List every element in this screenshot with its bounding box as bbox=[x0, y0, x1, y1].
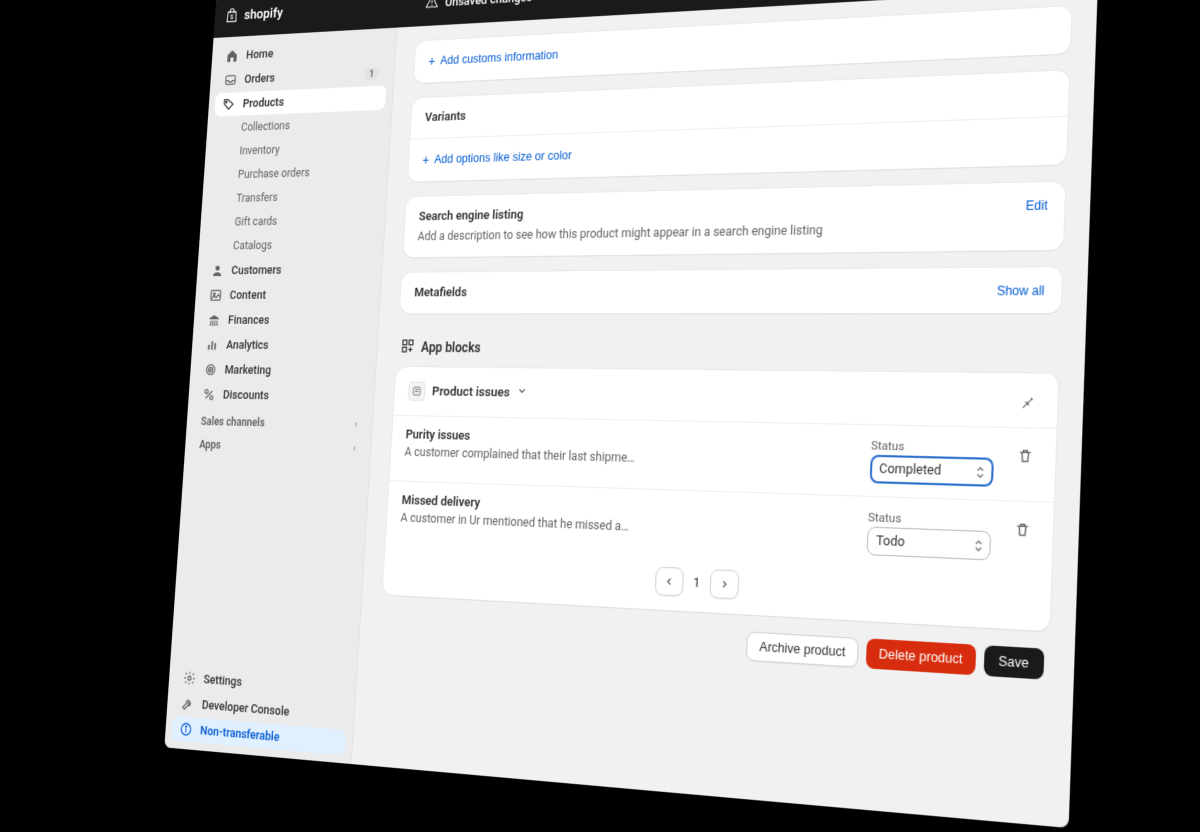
product-issues-appblock: Product issues Purity issues A customer … bbox=[382, 367, 1058, 631]
delete-issue-button[interactable] bbox=[1008, 514, 1037, 543]
sidebar-item-label: Settings bbox=[203, 672, 242, 689]
app-blocks-title: App blocks bbox=[421, 340, 481, 356]
select-caret-icon bbox=[974, 538, 984, 554]
tag-icon bbox=[222, 97, 235, 112]
sidebar-item-label: Customers bbox=[231, 263, 282, 277]
sidebar-item-label: Non-transferable bbox=[200, 723, 280, 744]
sidebar-item-label: Purchase orders bbox=[237, 166, 310, 182]
sidebar-item-label: Discounts bbox=[223, 388, 270, 403]
sidebar-item-customers[interactable]: Customers bbox=[203, 257, 376, 283]
sidebar-item-purchase-orders[interactable]: Purchase orders bbox=[209, 159, 382, 187]
main-content: + Add customs information Variants + Add… bbox=[352, 0, 1098, 828]
sidebar-item-label: Marketing bbox=[224, 363, 271, 377]
sidebar-item-analytics[interactable]: Analytics bbox=[198, 333, 371, 358]
image-icon bbox=[209, 288, 222, 303]
sidebar-item-label: Products bbox=[242, 95, 284, 110]
metafields-showall-button[interactable]: Show all bbox=[997, 283, 1045, 298]
app-icon bbox=[408, 381, 426, 400]
sidebar-item-marketing[interactable]: Marketing bbox=[196, 358, 370, 384]
status-value: Todo bbox=[876, 533, 905, 550]
status-select[interactable]: Completed bbox=[870, 455, 994, 487]
orders-badge: 1 bbox=[364, 67, 380, 80]
save-button-bottom[interactable]: Save bbox=[983, 645, 1044, 679]
percent-icon bbox=[202, 387, 215, 402]
chevron-right-icon: › bbox=[353, 443, 356, 454]
home-icon bbox=[226, 48, 239, 63]
sidebar-item-label: Gift cards bbox=[234, 215, 277, 230]
sidebar-item-transfers[interactable]: Transfers bbox=[208, 184, 381, 211]
sidebar-item-label: Catalogs bbox=[233, 239, 273, 253]
status-label: Status bbox=[868, 510, 992, 529]
seo-title: Search engine listing bbox=[419, 208, 524, 224]
status-value: Completed bbox=[879, 461, 942, 479]
sidebar-item-discounts[interactable]: Discounts bbox=[194, 382, 368, 409]
archive-product-button[interactable]: Archive product bbox=[746, 631, 859, 667]
add-customs-label: Add customs information bbox=[440, 48, 559, 67]
sidebar-item-label: Inventory bbox=[239, 143, 280, 158]
seo-description: Add a description to see how this produc… bbox=[417, 219, 1047, 244]
sidebar-item-label: Orders bbox=[244, 71, 275, 86]
add-customs-button[interactable]: + Add customs information bbox=[428, 47, 559, 69]
sidebar-item-finances[interactable]: Finances bbox=[199, 308, 372, 333]
sidebar-item-label: Analytics bbox=[226, 338, 269, 352]
brand-logo: S shopify bbox=[224, 3, 284, 25]
seo-edit-button[interactable]: Edit bbox=[1026, 197, 1048, 212]
chevron-down-icon[interactable] bbox=[516, 385, 527, 401]
sales-channels-section[interactable]: Sales channels › bbox=[193, 407, 367, 433]
page-next-button[interactable] bbox=[709, 569, 739, 599]
metafields-card: Metafields Show all bbox=[400, 267, 1063, 313]
sidebar-item-label: Home bbox=[246, 47, 274, 62]
gear-icon bbox=[183, 670, 197, 686]
sidebar-item-gift-cards[interactable]: Gift cards bbox=[206, 208, 379, 234]
bars-icon bbox=[206, 337, 219, 352]
status-select[interactable]: Todo bbox=[866, 526, 991, 560]
variants-card: Variants + Add options like size or colo… bbox=[408, 70, 1070, 182]
page-prev-button[interactable] bbox=[655, 566, 685, 596]
metafields-title: Metafields bbox=[414, 286, 467, 301]
plus-icon: + bbox=[422, 152, 430, 167]
select-caret-icon bbox=[975, 464, 985, 479]
page-number: 1 bbox=[693, 575, 701, 591]
section-label: Apps bbox=[199, 438, 221, 452]
svg-text:S: S bbox=[230, 14, 234, 22]
plus-icon: + bbox=[428, 53, 436, 68]
appblock-name: Product issues bbox=[432, 384, 511, 401]
target-icon bbox=[204, 362, 217, 377]
sidebar-item-label: Finances bbox=[228, 313, 270, 327]
inbox-icon bbox=[224, 73, 237, 88]
alert-icon bbox=[424, 0, 438, 13]
person-icon bbox=[211, 263, 224, 278]
brand-name: shopify bbox=[244, 4, 284, 23]
sidebar-item-label: Developer Console bbox=[201, 698, 289, 719]
info-icon bbox=[179, 721, 193, 737]
chevron-right-icon: › bbox=[354, 419, 357, 430]
pin-button[interactable] bbox=[1012, 386, 1041, 414]
status-label: Status bbox=[871, 438, 995, 456]
sidebar-item-content[interactable]: Content bbox=[201, 282, 374, 307]
sidebar-item-label: Transfers bbox=[236, 191, 278, 206]
bank-icon bbox=[207, 313, 220, 328]
add-variant-label: Add options like size or color bbox=[434, 148, 572, 166]
apps-section[interactable]: Apps › bbox=[191, 430, 365, 457]
blocks-icon bbox=[400, 338, 415, 357]
unsaved-changes-indicator: Unsaved changes bbox=[424, 0, 532, 13]
sidebar-item-catalogs[interactable]: Catalogs bbox=[204, 232, 377, 258]
sidebar-item-label: Content bbox=[229, 288, 266, 302]
seo-card: Search engine listing Edit Add a descrip… bbox=[403, 182, 1065, 258]
delete-issue-button[interactable] bbox=[1010, 441, 1039, 470]
shopify-bag-icon: S bbox=[224, 6, 241, 25]
add-variant-option-button[interactable]: + Add options like size or color bbox=[422, 148, 572, 168]
wrench-icon bbox=[181, 696, 195, 712]
sidebar-item-label: Collections bbox=[241, 119, 291, 135]
delete-product-button[interactable]: Delete product bbox=[866, 638, 976, 675]
section-label: Sales channels bbox=[200, 415, 265, 429]
unsaved-changes-label: Unsaved changes bbox=[445, 0, 533, 10]
